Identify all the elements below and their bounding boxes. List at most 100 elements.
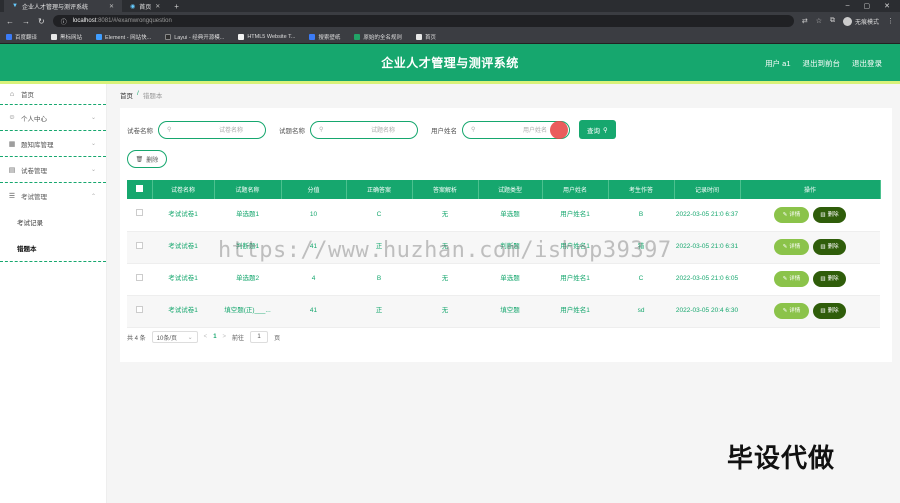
cell-time: 2022-03-05 21:0 6:31 bbox=[674, 231, 740, 264]
bookmark-icon bbox=[51, 33, 58, 40]
user-name-label: 用户姓名 bbox=[431, 127, 457, 135]
bookmark-item[interactable]: HTML5 Website T... bbox=[238, 33, 295, 40]
reload-icon[interactable]: ↻ bbox=[38, 17, 45, 26]
extension-icon[interactable]: ⧉ bbox=[830, 17, 835, 25]
cell-user: 用户姓名1 bbox=[542, 263, 608, 296]
bookmark-item[interactable]: 黑标网站 bbox=[51, 33, 82, 41]
column-header: 试卷名称 bbox=[152, 180, 215, 199]
select-all-checkbox[interactable] bbox=[135, 185, 143, 192]
cell-paper: 考试试卷1 bbox=[152, 263, 214, 296]
edit-icon: ✎ bbox=[782, 308, 788, 314]
table-row: 考试试卷1 填空题(正)___... 41 正 无 填空题 用户姓名1 sd 2… bbox=[127, 295, 880, 328]
forward-icon[interactable]: → bbox=[22, 17, 30, 26]
breadcrumb: 首页 / 错题本 bbox=[120, 90, 162, 100]
bookmark-icon bbox=[238, 33, 245, 40]
bookmark-icon bbox=[309, 33, 316, 40]
bookmark-icon bbox=[6, 33, 12, 40]
delete-button[interactable]: ▥ 删除 bbox=[813, 206, 846, 223]
minimize-icon[interactable]: – bbox=[846, 2, 850, 10]
column-header: 试题类型 bbox=[478, 180, 543, 199]
search-icon: ⚲ bbox=[603, 126, 608, 134]
sidebar-item-profile[interactable]: ☺ 个人中心 ⌄ bbox=[0, 105, 106, 131]
browser-tab[interactable]: ◉ 首页 ✕ bbox=[122, 0, 168, 12]
cell-time: 2022-03-05 20:4 6:30 bbox=[674, 295, 740, 328]
batch-delete-button[interactable]: 🗑 删除 bbox=[127, 150, 167, 168]
close-tab-icon[interactable]: ✕ bbox=[155, 3, 160, 10]
cell-time: 2022-03-05 21:0 6:05 bbox=[674, 263, 740, 296]
cell-analysis: 无 bbox=[412, 295, 478, 328]
menu-dots-icon[interactable]: ⋮ bbox=[887, 17, 894, 25]
maximize-icon[interactable]: ▢ bbox=[864, 2, 871, 10]
translate-icon[interactable]: ⇄ bbox=[802, 17, 808, 25]
cell-question: 单选题1 bbox=[214, 199, 281, 232]
question-name-input[interactable]: ⚲ 试题名称 bbox=[310, 120, 418, 139]
total-count: 共 4 条 bbox=[127, 335, 146, 342]
sidebar-subitem-wrong-questions[interactable]: 错题本 bbox=[0, 235, 106, 261]
cell-analysis: 无 bbox=[412, 263, 478, 296]
search-icon: ⚲ bbox=[471, 127, 476, 133]
chevron-down-icon: ⌄ bbox=[90, 167, 96, 173]
app-title: 企业人才管理与测评系统 bbox=[381, 56, 519, 70]
browser-tab-bar: ▼ 企业人才管理与测评系统 ✕ ◉ 首页 ✕ + – ▢ ✕ bbox=[0, 0, 900, 12]
detail-button[interactable]: ✎ 详情 bbox=[774, 271, 809, 287]
user-icon: ☺ bbox=[8, 114, 16, 121]
select-all-cell[interactable] bbox=[127, 180, 153, 199]
goto-page-input[interactable]: 1 bbox=[250, 331, 269, 343]
browser-tab-active[interactable]: ▼ 企业人才管理与测评系统 ✕ bbox=[4, 0, 122, 12]
page-number[interactable]: 1 bbox=[213, 334, 216, 340]
search-button[interactable]: 查询 ⚲ bbox=[579, 120, 616, 139]
page-size-select[interactable]: 10条/页 ⌄ bbox=[151, 331, 198, 343]
prev-page-button[interactable]: < bbox=[204, 334, 208, 340]
delete-button[interactable]: ▥ 删除 bbox=[813, 239, 846, 255]
delete-button[interactable]: ▥ 删除 bbox=[813, 303, 846, 319]
new-tab-button[interactable]: + bbox=[168, 2, 185, 11]
detail-button[interactable]: ✎ 详情 bbox=[774, 239, 809, 255]
bookmark-item[interactable]: 搜索壁纸 bbox=[309, 33, 340, 41]
paper-name-input[interactable]: ⚲ 试卷名称 bbox=[158, 120, 266, 139]
next-page-button[interactable]: > bbox=[223, 334, 227, 340]
delete-button[interactable]: ▥ 删除 bbox=[813, 271, 846, 287]
info-icon: ⓘ bbox=[60, 19, 67, 26]
detail-button[interactable]: ✎ 详情 bbox=[774, 303, 809, 319]
detail-button[interactable]: ✎ 详情 bbox=[774, 206, 809, 223]
sidebar-item-exam[interactable]: ☰ 考试管理 ⌃ bbox=[0, 183, 106, 209]
cell-score: 10 bbox=[281, 199, 346, 232]
back-to-front-link[interactable]: 退出到前台 bbox=[803, 58, 841, 69]
cell-type: 填空题 bbox=[478, 295, 542, 328]
paper-icon: ▤ bbox=[8, 166, 16, 174]
paper-name-label: 试卷名称 bbox=[127, 127, 153, 135]
bookmark-item[interactable]: 原始的全名规则 bbox=[354, 33, 402, 41]
bookmark-item[interactable]: 首页 bbox=[415, 33, 436, 41]
book-icon: ▦ bbox=[8, 140, 16, 148]
close-window-icon[interactable]: ✕ bbox=[884, 2, 890, 10]
row-checkbox[interactable] bbox=[136, 305, 143, 313]
column-header: 用户姓名 bbox=[542, 180, 609, 199]
column-header: 试题名称 bbox=[214, 180, 282, 199]
url-input[interactable]: ⓘ localhost:8081/#/examwrongquestion bbox=[52, 15, 794, 27]
table-row: 考试试卷1 单选题1 10 C 无 单选题 用户姓名1 B 2022-03-05… bbox=[127, 199, 880, 232]
bookmarks-bar: 百度翻译 黑标网站 Element - 网站快... Layui - 经典开源模… bbox=[0, 30, 900, 44]
bookmark-item[interactable]: Layui - 经典开源模... bbox=[165, 33, 224, 41]
edit-icon: ✎ bbox=[782, 244, 788, 250]
row-checkbox[interactable] bbox=[136, 241, 143, 249]
logout-link[interactable]: 退出登录 bbox=[852, 58, 882, 69]
cell-type: 单选题 bbox=[478, 199, 542, 232]
address-bar-row: ← → ↻ ⓘ localhost:8081/#/examwrongquesti… bbox=[0, 12, 900, 30]
sidebar-item-home[interactable]: ⌂ 首页 bbox=[0, 84, 106, 105]
row-checkbox[interactable] bbox=[136, 209, 143, 217]
breadcrumb-home[interactable]: 首页 bbox=[120, 90, 133, 100]
row-checkbox[interactable] bbox=[136, 273, 143, 281]
profile-button[interactable]: 无痕模式 bbox=[842, 16, 879, 26]
goto-label: 前往 bbox=[232, 335, 245, 342]
sidebar-item-paper[interactable]: ▤ 试卷管理 ⌄ bbox=[0, 157, 106, 183]
column-header: 考生作答 bbox=[608, 180, 675, 199]
bookmark-item[interactable]: Element - 网站快... bbox=[96, 33, 151, 41]
close-tab-icon[interactable]: ✕ bbox=[109, 3, 114, 10]
column-header: 分值 bbox=[281, 180, 347, 199]
star-icon[interactable]: ☆ bbox=[816, 17, 822, 25]
sidebar-subitem-exam-records[interactable]: 考试记录 bbox=[0, 209, 106, 235]
back-icon[interactable]: ← bbox=[6, 17, 14, 26]
trash-icon: 🗑 bbox=[135, 156, 144, 163]
bookmark-item[interactable]: 百度翻译 bbox=[6, 33, 37, 41]
sidebar-item-question-bank[interactable]: ▦ 题知库管理 ⌄ bbox=[0, 131, 106, 157]
